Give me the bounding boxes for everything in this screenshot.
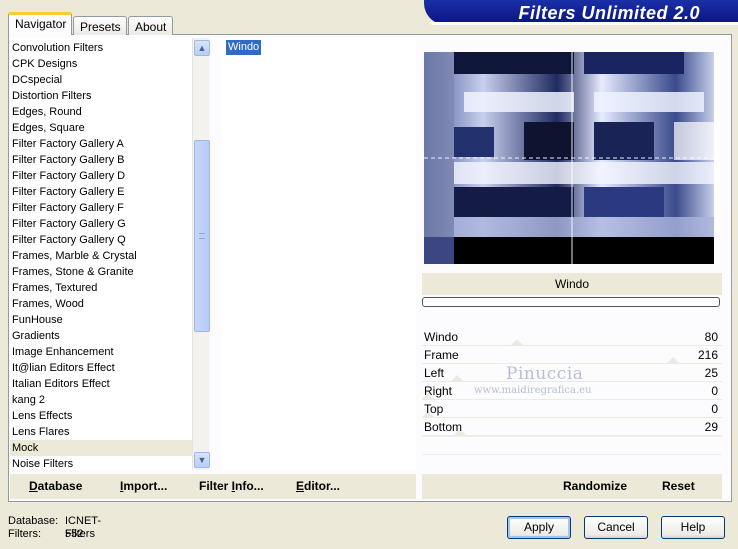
param-value: 80 <box>704 330 718 344</box>
import-button[interactable]: Import... <box>120 474 167 499</box>
category-item[interactable]: Lens Effects <box>10 408 208 424</box>
preview-image-graphic <box>424 52 720 264</box>
param-slider-thumb[interactable] <box>450 375 463 381</box>
watermark-url: www.maidiregrafica.eu <box>474 385 592 396</box>
category-item[interactable]: Filter Factory Gallery Q <box>10 232 208 248</box>
cancel-button[interactable]: Cancel <box>584 516 648 539</box>
category-item[interactable]: Italian Editors Effect <box>10 376 208 392</box>
filter-name-label: Windo <box>422 273 722 295</box>
param-slider-thumb[interactable] <box>511 339 524 345</box>
filter-list[interactable]: Windo <box>222 38 416 470</box>
tab-about[interactable]: About <box>128 16 173 35</box>
param-value: 29 <box>704 420 718 434</box>
status-area: Database: ICNET-Filters Filters: 552 <box>8 515 102 541</box>
navigator-toolbar: Database Import... Filter Info... Editor… <box>10 474 416 499</box>
category-scrollbar[interactable]: ▲ ▼ <box>192 38 210 470</box>
category-item[interactable]: DCspecial <box>10 72 208 88</box>
param-label: Frame <box>424 348 459 362</box>
category-item[interactable]: Filter Factory Gallery B <box>10 152 208 168</box>
param-label: Left <box>424 366 445 380</box>
randomize-button[interactable]: Randomize <box>563 474 627 499</box>
category-item[interactable]: Frames, Stone & Granite <box>10 264 208 280</box>
preview-toolbar: Randomize Reset <box>422 474 722 499</box>
reset-button[interactable]: Reset <box>662 474 695 499</box>
param-slider-windo[interactable]: Windo 80 <box>422 328 722 346</box>
param-empty-row <box>422 436 722 454</box>
param-value: 0 <box>711 402 718 416</box>
apply-button[interactable]: Apply <box>507 516 571 539</box>
category-item[interactable]: Noise Filters <box>10 456 208 470</box>
tab-presets[interactable]: Presets <box>73 16 127 35</box>
category-item[interactable]: Frames, Marble & Crystal <box>10 248 208 264</box>
category-item[interactable]: Frames, Wood <box>10 296 208 312</box>
parameter-panel: Windo 80 Frame 216 Left 25 Right 0 Top 0 Bottom 29 <box>422 328 722 472</box>
param-slider-bottom[interactable]: Bottom 29 <box>422 418 722 436</box>
category-list[interactable]: Convolution Filters CPK Designs DCspecial D… <box>10 38 208 470</box>
scroll-grip-icon <box>199 233 205 239</box>
category-item[interactable]: Filter Factory Gallery E <box>10 184 208 200</box>
category-item[interactable]: CPK Designs <box>10 56 208 72</box>
status-filters: Filters: 552 <box>8 528 84 540</box>
param-track <box>422 435 722 436</box>
category-item[interactable]: Edges, Round <box>10 104 208 120</box>
category-item[interactable]: Filter Factory Gallery D <box>10 168 208 184</box>
progress-bar <box>422 297 720 307</box>
filter-item-windo[interactable]: Windo <box>226 40 262 55</box>
param-value: 216 <box>697 348 718 362</box>
category-item[interactable]: Mock <box>10 440 208 456</box>
tab-navigator[interactable]: Navigator <box>8 12 72 35</box>
param-value: 25 <box>704 366 718 380</box>
category-item[interactable]: Lens Flares <box>10 424 208 440</box>
category-item[interactable]: Filter Factory Gallery A <box>10 136 208 152</box>
category-item[interactable]: Frames, Textured <box>10 280 208 296</box>
category-item[interactable]: Filter Factory Gallery F <box>10 200 208 216</box>
database-button[interactable]: Database <box>29 474 82 499</box>
param-slider-frame[interactable]: Frame 216 <box>422 346 722 364</box>
category-item[interactable]: FunHouse <box>10 312 208 328</box>
category-item[interactable]: Edges, Square <box>10 120 208 136</box>
watermark-name: Pinuccia <box>506 364 584 384</box>
param-empty-row <box>422 454 722 472</box>
help-button[interactable]: Help <box>661 516 725 539</box>
filter-info-button[interactable]: Filter Info... <box>199 474 264 499</box>
category-item[interactable]: Gradients <box>10 328 208 344</box>
scroll-thumb[interactable] <box>194 140 210 332</box>
param-value: 0 <box>711 384 718 398</box>
preview-image[interactable] <box>424 52 720 264</box>
category-item[interactable]: It@lian Editors Effect <box>10 360 208 376</box>
param-label: Top <box>424 402 444 416</box>
param-slider-top[interactable]: Top 0 <box>422 400 722 418</box>
param-label: Windo <box>424 330 459 344</box>
category-item[interactable]: Filter Factory Gallery G <box>10 216 208 232</box>
category-item[interactable]: Image Enhancement <box>10 344 208 360</box>
category-item[interactable]: Distortion Filters <box>10 88 208 104</box>
editor-button[interactable]: Editor... <box>296 474 340 499</box>
param-slider-thumb[interactable] <box>666 357 679 363</box>
app-title: Filters Unlimited 2.0 <box>518 3 700 23</box>
scroll-down-button[interactable]: ▼ <box>194 452 210 468</box>
scroll-up-button[interactable]: ▲ <box>194 40 210 56</box>
status-database: Database: ICNET-Filters <box>8 515 102 540</box>
category-item[interactable]: Convolution Filters <box>10 40 208 56</box>
param-label: Bottom <box>424 420 463 434</box>
param-label: Right <box>424 384 453 398</box>
category-item[interactable]: kang 2 <box>10 392 208 408</box>
